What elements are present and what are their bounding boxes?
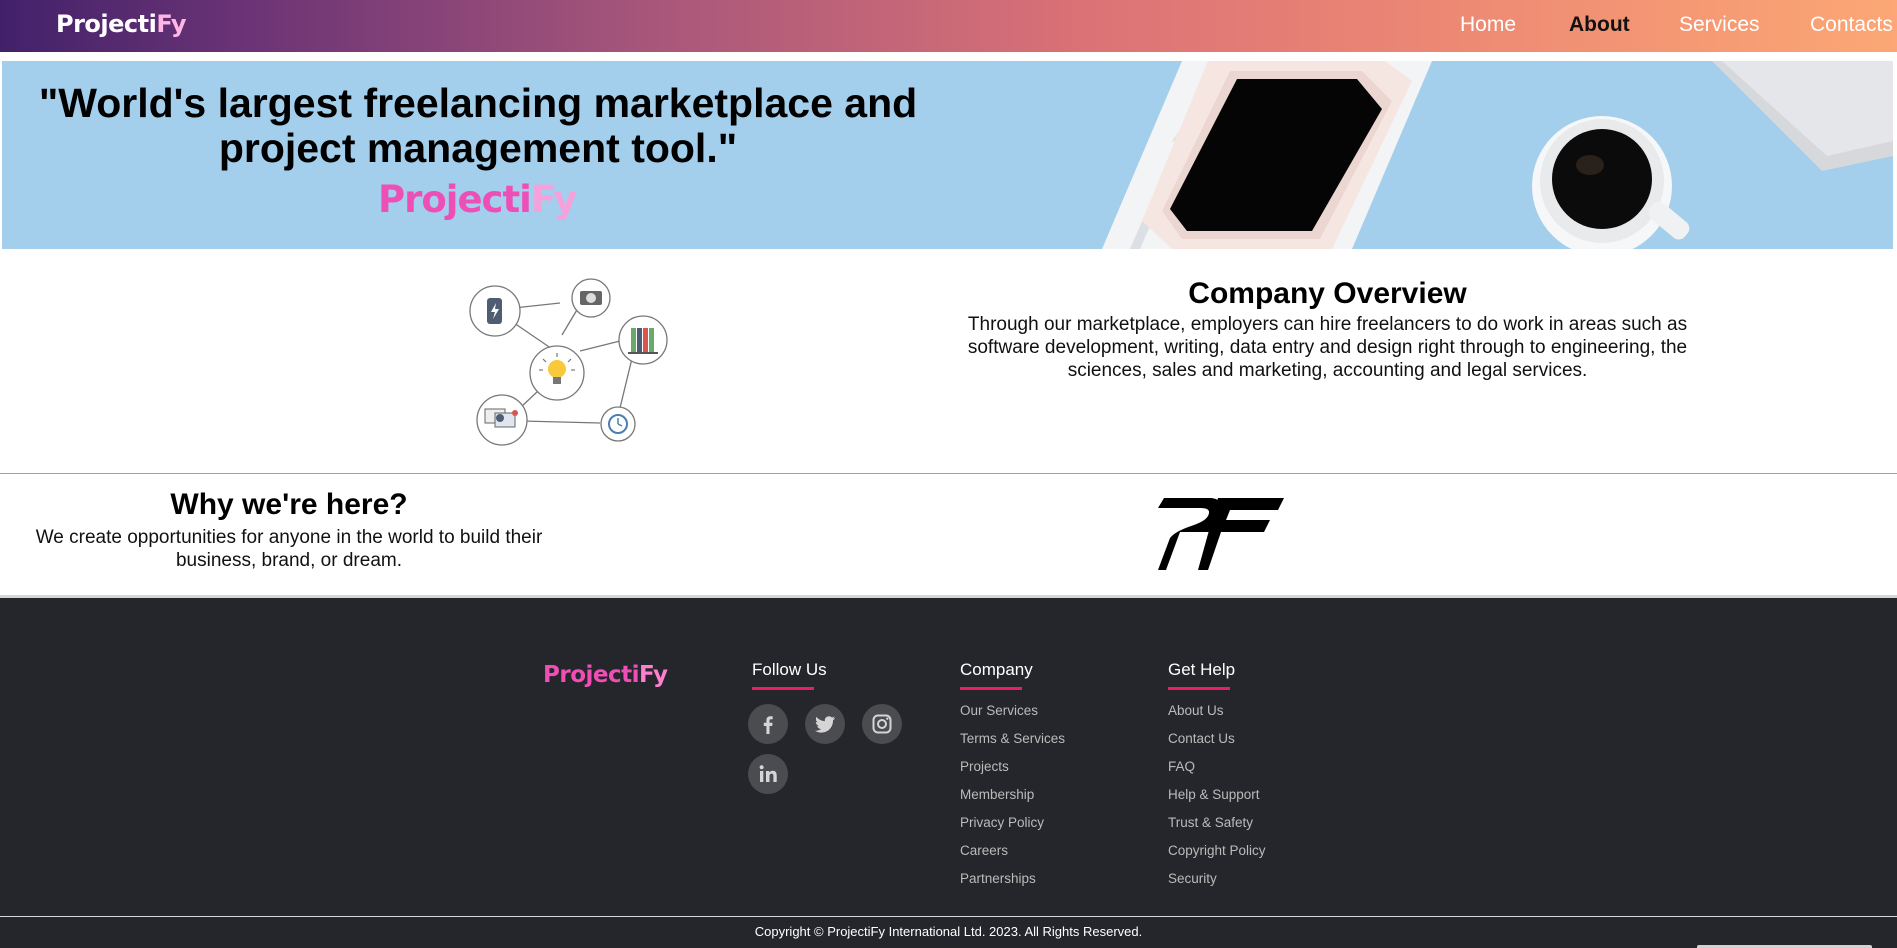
footer-link-contact-us[interactable]: Contact Us [1168, 731, 1266, 747]
footer-link-privacy-policy[interactable]: Privacy Policy [960, 815, 1065, 831]
navbar: ProjectiFy Home About Services Contacts [0, 0, 1897, 52]
nav-link-about[interactable]: About [1569, 0, 1630, 50]
company-overview-text: Through our marketplace, employers can h… [967, 314, 1688, 381]
network-illustration [469, 278, 668, 446]
coffee-cup-image [1532, 116, 1690, 249]
nav-link-services[interactable]: Services [1679, 0, 1760, 50]
footer-link-help-support[interactable]: Help & Support [1168, 787, 1266, 803]
why-section: Why we're here? We create opportunities … [0, 474, 1897, 598]
lightbulb-node-icon [529, 345, 585, 401]
company-overview-section: Company Overview Through our marketplace… [0, 251, 1897, 474]
hero-brand-accent: Fy [530, 178, 577, 221]
linkedin-icon [759, 765, 777, 782]
footer-help-list: About Us Contact Us FAQ Help & Support T… [1168, 703, 1266, 887]
footer-link-trust-safety[interactable]: Trust & Safety [1168, 815, 1266, 831]
copyright-bar: Copyright © ProjectiFy International Ltd… [0, 916, 1897, 948]
hero-brand-logo: ProjectiFy [378, 178, 577, 221]
footer: ProjectiFy Follow Us Company Our Service… [0, 598, 1897, 916]
books-node-icon [618, 315, 668, 365]
why-title: Why we're here? [170, 488, 408, 521]
navbar-brand-logo[interactable]: ProjectiFy [56, 10, 187, 38]
pf-logo [1158, 498, 1284, 570]
facebook-icon [763, 716, 773, 734]
navbar-brand-accent: Fy [156, 10, 187, 38]
twitter-icon [815, 716, 835, 733]
instagram-link[interactable] [862, 704, 902, 744]
company-overview-title: Company Overview [1188, 277, 1467, 310]
navbar-inner: ProjectiFy Home About Services Contacts [0, 0, 1897, 50]
footer-heading-underline [1168, 687, 1230, 690]
clock-node-icon [600, 406, 636, 442]
footer-link-projects[interactable]: Projects [960, 759, 1065, 775]
why-text: We create opportunities for anyone in th… [35, 527, 543, 571]
nav-link-contacts[interactable]: Contacts [1810, 0, 1893, 50]
footer-link-our-services[interactable]: Our Services [960, 703, 1065, 719]
footer-link-security[interactable]: Security [1168, 871, 1266, 887]
footer-company-list: Our Services Terms & Services Projects M… [960, 703, 1065, 887]
footer-link-faq[interactable]: FAQ [1168, 759, 1266, 775]
navbar-brand-main: Projecti [56, 10, 157, 38]
footer-link-careers[interactable]: Careers [960, 843, 1065, 859]
phone-node-icon [469, 285, 521, 337]
footer-company-heading: Company [960, 660, 1033, 679]
footer-brand-accent: Fy [639, 662, 668, 688]
twitter-link[interactable] [805, 704, 845, 744]
hero-section: "World's largest freelancing marketplace… [0, 55, 1897, 251]
hero-brand-main: Projecti [378, 178, 532, 221]
footer-link-about-us[interactable]: About Us [1168, 703, 1266, 719]
footer-brand-main: Projecti [543, 662, 640, 688]
hero-desk-photo [1102, 61, 1893, 249]
facebook-link[interactable] [748, 704, 788, 744]
laptop-image [1712, 61, 1893, 171]
camera-node-icon [571, 278, 611, 318]
footer-help-column: Get Help About Us Contact Us FAQ Help & … [1168, 660, 1266, 899]
footer-link-copyright-policy[interactable]: Copyright Policy [1168, 843, 1266, 859]
footer-follow-heading: Follow Us [752, 660, 827, 679]
footer-follow-column: Follow Us [748, 660, 902, 794]
instagram-icon [872, 714, 892, 734]
footer-company-column: Company Our Services Terms & Services Pr… [960, 660, 1065, 899]
footer-heading-underline [960, 687, 1022, 690]
footer-heading-underline [752, 687, 814, 690]
photos-node-icon [476, 394, 528, 446]
hero-banner: "World's largest freelancing marketplace… [2, 61, 1893, 249]
footer-help-heading: Get Help [1168, 660, 1236, 679]
hero-quote: "World's largest freelancing marketplace… [38, 80, 918, 171]
nav-link-home[interactable]: Home [1460, 0, 1516, 50]
footer-brand-logo[interactable]: ProjectiFy [543, 662, 668, 688]
footer-link-partnerships[interactable]: Partnerships [960, 871, 1065, 887]
footer-link-terms-services[interactable]: Terms & Services [960, 731, 1065, 747]
linkedin-link[interactable] [748, 754, 788, 794]
footer-link-membership[interactable]: Membership [960, 787, 1065, 803]
